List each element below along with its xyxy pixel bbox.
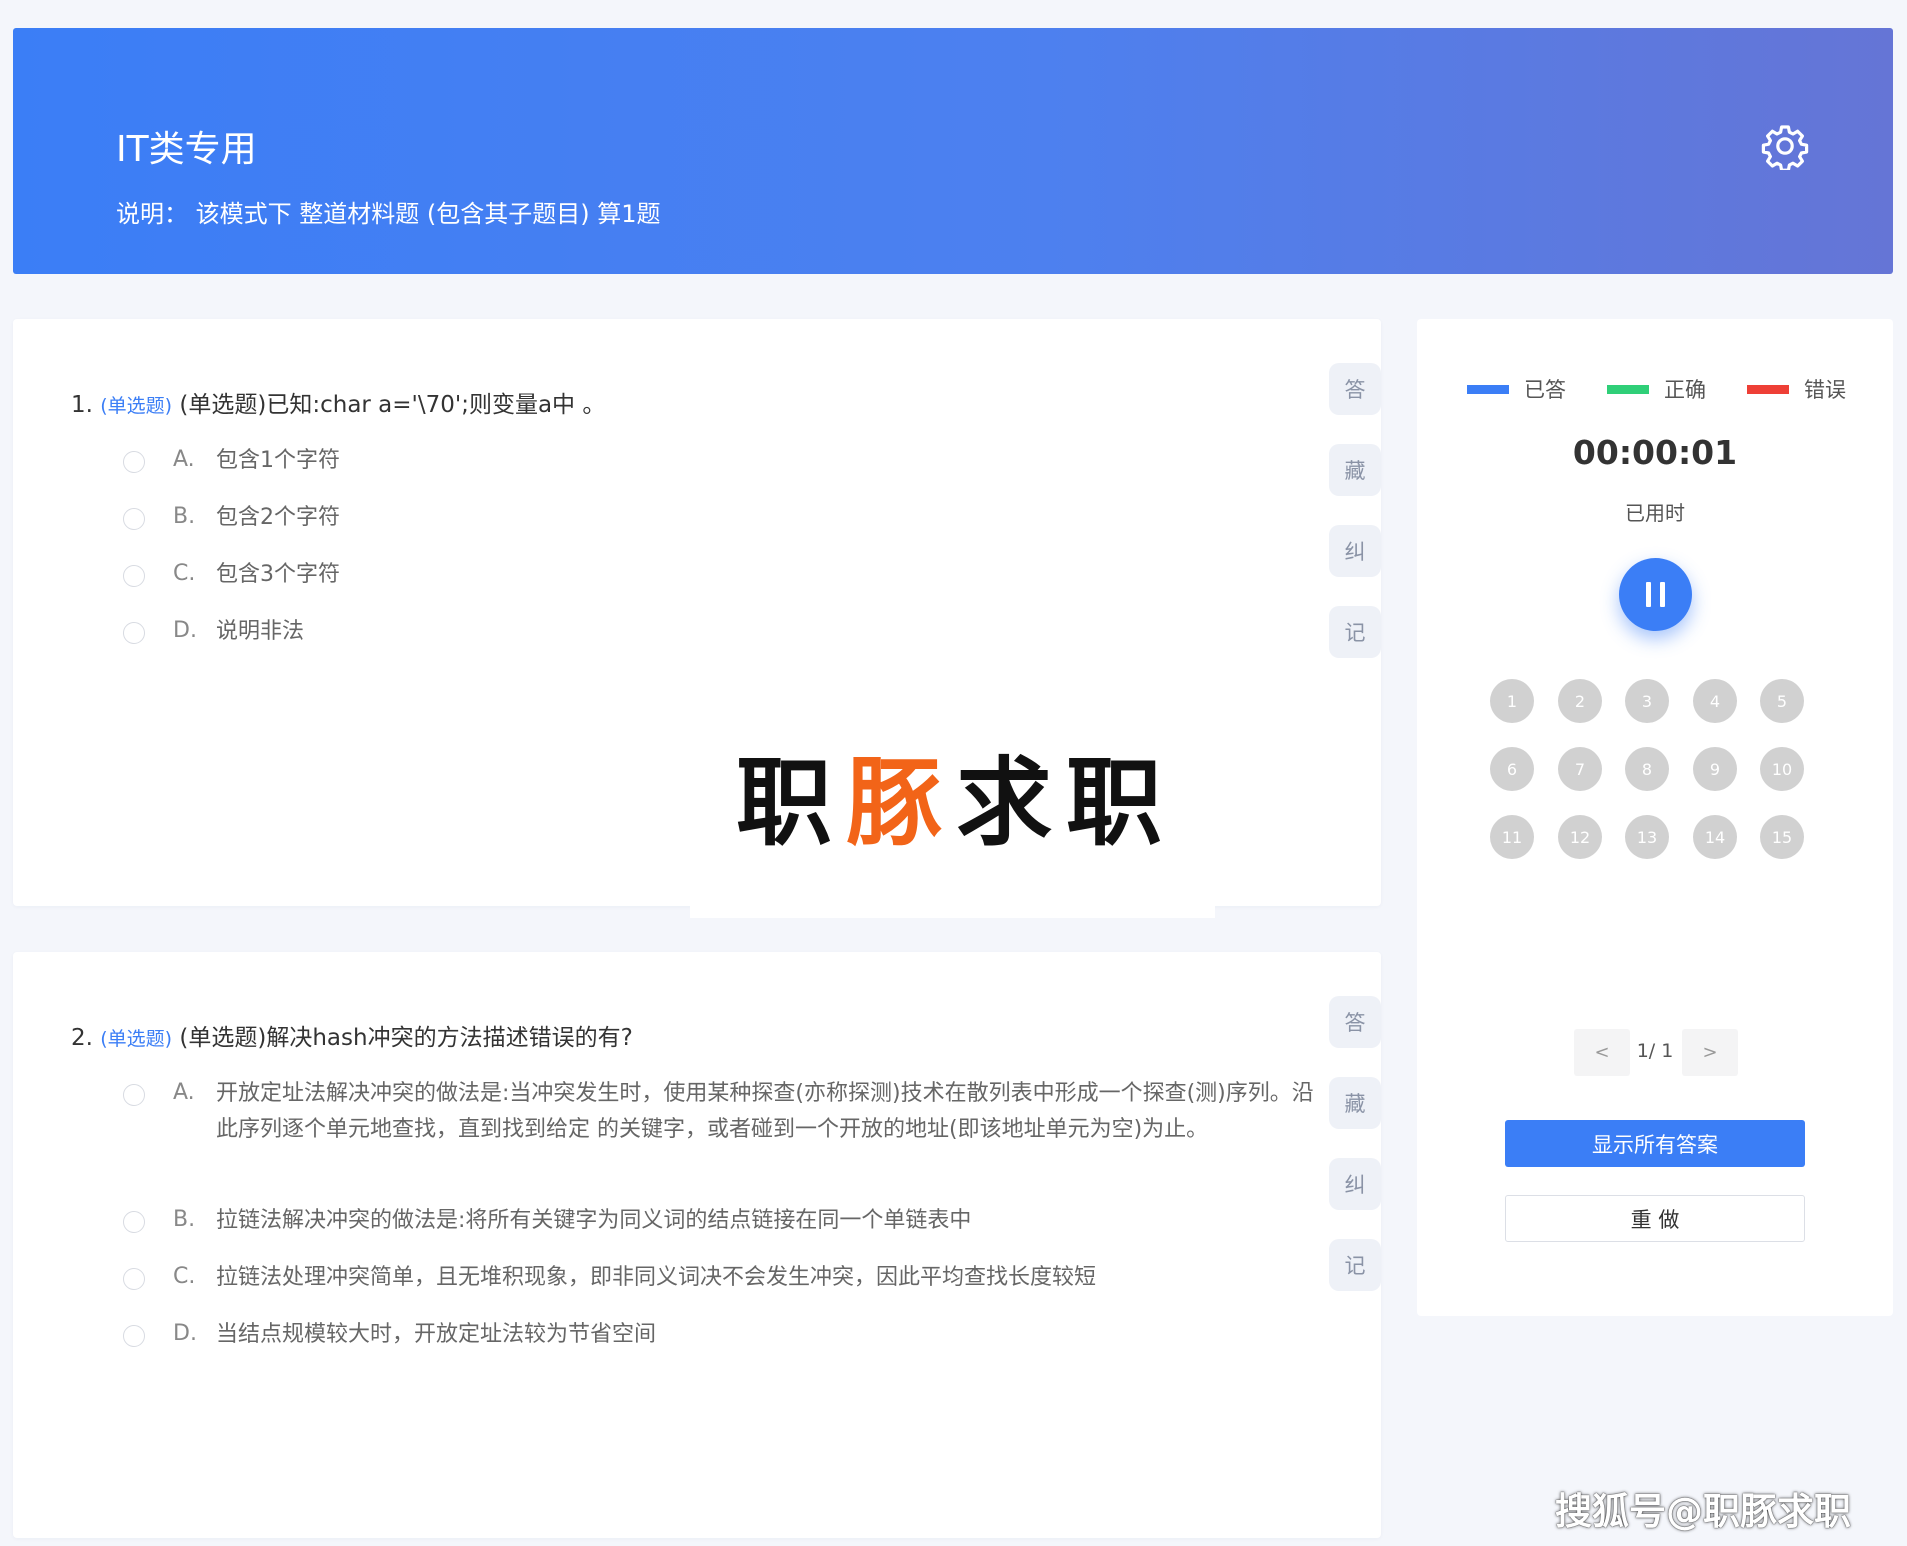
question-number-button[interactable]: 11 [1490,815,1534,859]
page-indicator: 1/ 1 [1636,1040,1674,1062]
question-card-2: 2. (单选题) (单选题)解决hash冲突的方法描述错误的有? A. 开放定址… [13,952,1381,1538]
question-title-2: 2. (单选题) (单选题)解决hash冲突的方法描述错误的有? [71,1018,633,1052]
question-number-button[interactable]: 4 [1693,679,1737,723]
option-letter: B. [173,1207,196,1232]
option-text: 说明非法 [216,619,305,644]
logo-text-accent: 豚 [846,747,956,859]
timer-label: 已用时 [1625,501,1685,525]
question-number-button[interactable]: 2 [1558,679,1602,723]
question-text: (单选题)解决hash冲突的方法描述错误的有? [179,1025,633,1051]
question-number-button[interactable]: 14 [1693,815,1737,859]
radio-button[interactable] [123,1325,145,1347]
elapsed-timer: 00:00:01 [1572,433,1738,472]
question-number-button[interactable]: 1 [1490,679,1534,723]
option-text: 包含3个字符 [216,562,340,587]
legend-swatch-wrong [1747,385,1789,394]
question-number-button[interactable]: 15 [1760,815,1804,859]
header-banner: IT类专用 说明： 该模式下 整道材料题 (包含其子题目) 算1题 [13,28,1893,274]
question-number: 1. [71,392,93,418]
question-number-button[interactable]: 12 [1558,815,1602,859]
watermark: 搜狐号@职豚求职 [1555,1490,1851,1533]
option-letter: D. [173,1321,197,1346]
option-text: 包含1个字符 [216,448,340,473]
question-title-1: 1. (单选题) (单选题)已知:char a='\70';则变量a中 。 [71,385,605,419]
option-letter: C. [173,1264,196,1289]
option-text: 包含2个字符 [216,505,340,530]
question-number-button[interactable]: 13 [1625,815,1669,859]
question-number-button[interactable]: 8 [1625,747,1669,791]
question-type-tag: (单选题) [100,1028,173,1050]
option-letter: B. [173,504,196,529]
option-letter: C. [173,561,196,586]
brand-logo: 职豚求职 [736,725,1176,864]
option-letter: D. [173,618,197,643]
mode-description: 说明： 该模式下 整道材料题 (包含其子题目) 算1题 [116,200,661,228]
legend-label-wrong: 错误 [1804,378,1846,402]
next-page-button[interactable]: > [1682,1029,1738,1076]
radio-button[interactable] [123,508,145,530]
option-letter: A. [173,447,195,472]
legend-label-answered: 已答 [1524,378,1566,402]
note-button[interactable]: 记 [1329,606,1381,658]
option-text: 当结点规模较大时，开放定址法较为节省空间 [216,1322,657,1347]
report-error-button[interactable]: 纠 [1329,525,1381,577]
option-text: 拉链法处理冲突简单，且无堆积现象，即非同义词决不会发生冲突，因此平均查找长度较短 [216,1265,1097,1290]
pause-button[interactable] [1619,558,1692,631]
note-button[interactable]: 记 [1329,1239,1381,1291]
question-number-button[interactable]: 10 [1760,747,1804,791]
logo-strip [690,904,1215,918]
radio-button[interactable] [123,1084,145,1106]
logo-text: 职 [736,747,846,859]
legend-label-correct: 正确 [1664,378,1706,402]
question-number-button[interactable]: 3 [1625,679,1669,723]
option-text: 拉链法解决冲突的做法是:将所有关键字为同义词的结点链接在同一个单链表中 [216,1208,972,1233]
question-number: 2. [71,1025,93,1051]
question-number-button[interactable]: 5 [1760,679,1804,723]
option-letter: A. [173,1080,195,1105]
logo-text: 求职 [956,747,1176,859]
gear-icon[interactable] [1761,122,1809,170]
option-text: 开放定址法解决冲突的做法是:当冲突发生时，使用某种探查(亦称探测)技术在散列表中… [216,1081,1314,1142]
bookmark-button[interactable]: 藏 [1329,444,1381,496]
show-all-answers-button[interactable]: 显示所有答案 [1505,1120,1805,1167]
answer-button[interactable]: 答 [1329,363,1381,415]
pause-icon [1660,582,1665,607]
question-type-tag: (单选题) [100,395,173,417]
legend-swatch-answered [1467,385,1509,394]
answer-button[interactable]: 答 [1329,996,1381,1048]
question-number-button[interactable]: 7 [1558,747,1602,791]
status-legend: 已答 正确 错误 [1467,374,1857,404]
redo-button[interactable]: 重 做 [1505,1195,1805,1242]
bookmark-button[interactable]: 藏 [1329,1077,1381,1129]
question-number-button[interactable]: 9 [1693,747,1737,791]
legend-swatch-correct [1607,385,1649,394]
radio-button[interactable] [123,451,145,473]
radio-button[interactable] [123,565,145,587]
question-number-button[interactable]: 6 [1490,747,1534,791]
pause-icon [1646,582,1651,607]
radio-button[interactable] [123,1268,145,1290]
question-text: (单选题)已知:char a='\70';则变量a中 。 [179,392,606,418]
radio-button[interactable] [123,1211,145,1233]
prev-page-button[interactable]: < [1574,1029,1630,1076]
page-title: IT类专用 [116,129,257,170]
radio-button[interactable] [123,622,145,644]
report-error-button[interactable]: 纠 [1329,1158,1381,1210]
